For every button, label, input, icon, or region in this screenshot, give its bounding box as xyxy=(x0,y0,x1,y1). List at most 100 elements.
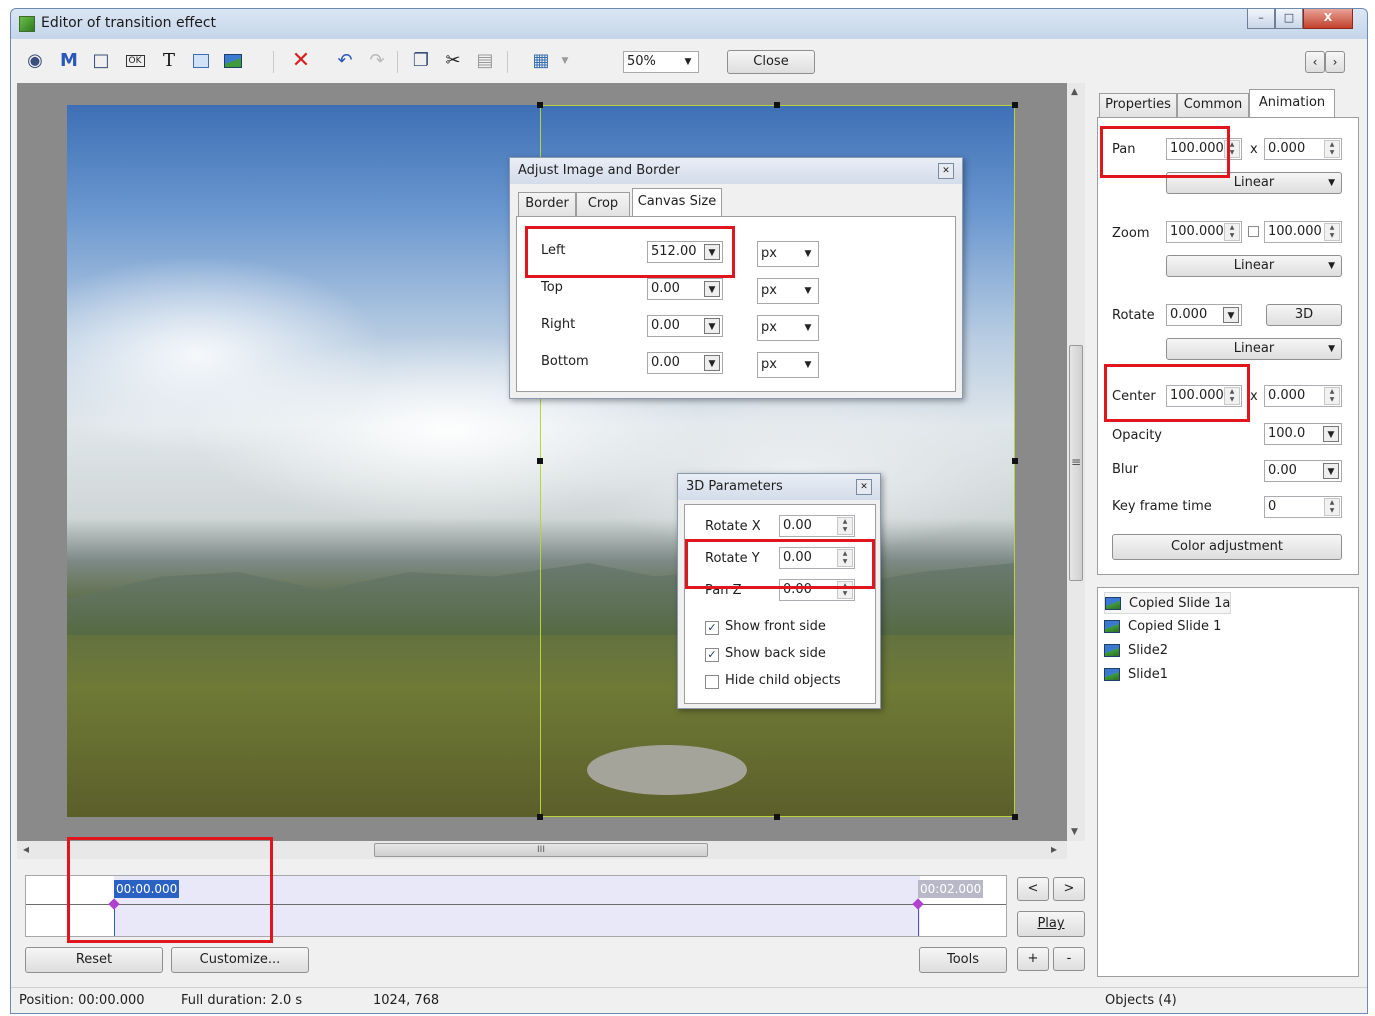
rotate-mode-select[interactable]: Linear ▼ xyxy=(1166,338,1342,360)
top-input[interactable]: 0.00 ▼ xyxy=(647,278,723,300)
editor-window: Editor of transition effect – □ X ◉ M □ … xyxy=(10,8,1368,1014)
spinner-icon[interactable]: ▲ ▼ xyxy=(837,517,853,535)
opacity-input[interactable]: 100.0 ▼ xyxy=(1264,423,1342,445)
spinner-icon[interactable]: ▲ ▼ xyxy=(1324,387,1340,405)
list-item[interactable]: Copied Slide 1a xyxy=(1104,592,1232,614)
zoom-select[interactable]: 50% ▼ xyxy=(623,51,699,73)
params-3d-dialog: 3D Parameters ✕ Rotate X 0.00 ▲ ▼ Rotate … xyxy=(677,473,881,709)
prev-frame-button[interactable]: < xyxy=(1017,877,1049,901)
list-item[interactable]: Slide1 xyxy=(1104,664,1168,686)
undo-icon[interactable]: ↶ xyxy=(333,49,357,73)
resize-handle[interactable] xyxy=(1012,102,1018,108)
close-icon[interactable]: ✕ xyxy=(856,479,872,495)
chevron-down-icon[interactable]: ▼ xyxy=(1323,426,1339,442)
delete-icon[interactable]: ✕ xyxy=(289,49,313,73)
resize-handle[interactable] xyxy=(774,102,780,108)
ok-button-icon[interactable]: OK xyxy=(123,49,147,73)
text-m-icon[interactable]: M xyxy=(57,49,81,73)
spinner-icon[interactable]: ▲ ▼ xyxy=(1324,140,1340,158)
adjust-image-dialog: Adjust Image and Border ✕ Border Crop Ca… xyxy=(509,157,963,399)
text-t-icon[interactable]: T xyxy=(157,49,181,73)
rotate-3d-button[interactable]: 3D xyxy=(1266,304,1342,326)
resize-handle[interactable] xyxy=(1012,458,1018,464)
pan-y-input[interactable]: 0.000 ▲ ▼ xyxy=(1264,138,1342,160)
image-icon xyxy=(1104,620,1120,633)
remove-keyframe-button[interactable]: - xyxy=(1053,947,1085,971)
right-input[interactable]: 0.00 ▼ xyxy=(647,315,723,337)
highlight-box-timeline xyxy=(67,837,273,943)
color-adjustment-button[interactable]: Color adjustment xyxy=(1112,534,1342,560)
bottom-label: Bottom xyxy=(541,354,589,369)
keyframe-time-input[interactable]: 0 ▲ ▼ xyxy=(1264,496,1342,518)
nav-next-button[interactable]: › xyxy=(1325,51,1345,73)
spinner-icon[interactable]: ▲ ▼ xyxy=(1324,223,1340,241)
center-y-input[interactable]: 0.000 ▲ ▼ xyxy=(1264,385,1342,407)
chevron-down-icon[interactable]: ▼ xyxy=(704,318,720,334)
chevron-down-icon: ▼ xyxy=(684,57,692,67)
cut-icon[interactable]: ✂ xyxy=(441,49,465,73)
blur-input[interactable]: 0.00 ▼ xyxy=(1264,460,1342,482)
scroll-down-icon[interactable]: ▼ xyxy=(1071,827,1078,837)
bottom-unit-select[interactable]: px ▼ xyxy=(757,352,819,378)
scroll-up-icon[interactable]: ▲ xyxy=(1071,87,1078,97)
tab-animation[interactable]: Animation xyxy=(1249,89,1335,117)
customize-button[interactable]: Customize... xyxy=(171,947,309,973)
list-item[interactable]: Copied Slide 1 xyxy=(1104,616,1221,638)
chevron-down-icon[interactable]: ▼ xyxy=(1323,463,1339,479)
resize-handle[interactable] xyxy=(537,458,543,464)
zoom-link-checkbox[interactable] xyxy=(1248,226,1259,237)
reset-button[interactable]: Reset xyxy=(25,947,163,973)
zoom-mode-select[interactable]: Linear ▼ xyxy=(1166,255,1342,277)
maximize-button[interactable]: □ xyxy=(1275,9,1303,29)
show-front-checkbox[interactable]: ✓ xyxy=(705,621,719,635)
chevron-down-icon[interactable]: ▼ xyxy=(704,355,720,371)
tab-canvas-size[interactable]: Canvas Size xyxy=(632,188,722,216)
nav-prev-button[interactable]: ‹ xyxy=(1305,51,1325,73)
rectangle-icon[interactable] xyxy=(189,49,213,73)
canvas-area[interactable]: Adjust Image and Border ✕ Border Crop Ca… xyxy=(17,83,1067,841)
spinner-icon[interactable]: ▲ ▼ xyxy=(1224,223,1240,241)
hide-child-checkbox[interactable] xyxy=(705,675,719,689)
tools-button[interactable]: Tools xyxy=(919,947,1007,973)
tab-common[interactable]: Common xyxy=(1177,93,1249,117)
grid-icon[interactable]: ▦ xyxy=(529,49,553,73)
close-window-button[interactable]: X xyxy=(1303,9,1353,29)
minimize-button[interactable]: – xyxy=(1247,9,1275,29)
chevron-down-icon[interactable]: ▼ xyxy=(704,281,720,297)
tab-border[interactable]: Border xyxy=(518,192,576,216)
zoom-x-input[interactable]: 100.000 ▲ ▼ xyxy=(1166,221,1242,243)
tab-properties[interactable]: Properties xyxy=(1099,93,1177,117)
bottom-input[interactable]: 0.00 ▼ xyxy=(647,352,723,374)
chevron-down-icon[interactable]: ▼ xyxy=(1223,307,1239,323)
show-back-checkbox[interactable]: ✓ xyxy=(705,648,719,662)
close-button[interactable]: Close xyxy=(727,50,815,74)
list-item[interactable]: Slide2 xyxy=(1104,640,1168,662)
show-back-label: Show back side xyxy=(725,646,826,661)
vertical-scrollbar[interactable]: ▲ ≡ ▼ xyxy=(1067,83,1085,841)
rotate-x-input[interactable]: 0.00 ▲ ▼ xyxy=(779,515,855,537)
camera-icon[interactable]: ◉ xyxy=(23,49,47,73)
horizontal-scroll-thumb[interactable]: III xyxy=(374,843,708,857)
resize-handle[interactable] xyxy=(537,102,543,108)
resize-handle[interactable] xyxy=(774,814,780,820)
add-keyframe-button[interactable]: + xyxy=(1017,947,1049,971)
resize-handle[interactable] xyxy=(1012,814,1018,820)
top-unit-select[interactable]: px ▼ xyxy=(757,278,819,304)
next-frame-button[interactable]: > xyxy=(1053,877,1085,901)
right-value: 0.00 xyxy=(651,318,680,333)
zoom-y-input[interactable]: 100.000 ▲ ▼ xyxy=(1264,221,1342,243)
frame-icon[interactable]: □ xyxy=(89,49,113,73)
spinner-icon[interactable]: ▲ ▼ xyxy=(1324,498,1340,516)
close-icon[interactable]: ✕ xyxy=(938,163,954,179)
right-unit-select[interactable]: px ▼ xyxy=(757,315,819,341)
play-button[interactable]: Play xyxy=(1017,911,1085,937)
grid-dropdown-icon[interactable]: ▼ xyxy=(553,49,577,73)
image-icon[interactable] xyxy=(221,49,245,73)
copy-icon[interactable]: ❐ xyxy=(409,49,433,73)
scroll-right-icon[interactable]: ▸ xyxy=(1051,842,1057,856)
scroll-left-icon[interactable]: ◂ xyxy=(23,842,29,856)
left-unit-select[interactable]: px ▼ xyxy=(757,241,819,267)
rotate-input[interactable]: 0.000 ▼ xyxy=(1166,304,1242,326)
resize-handle[interactable] xyxy=(537,814,543,820)
tab-crop[interactable]: Crop xyxy=(576,192,630,216)
